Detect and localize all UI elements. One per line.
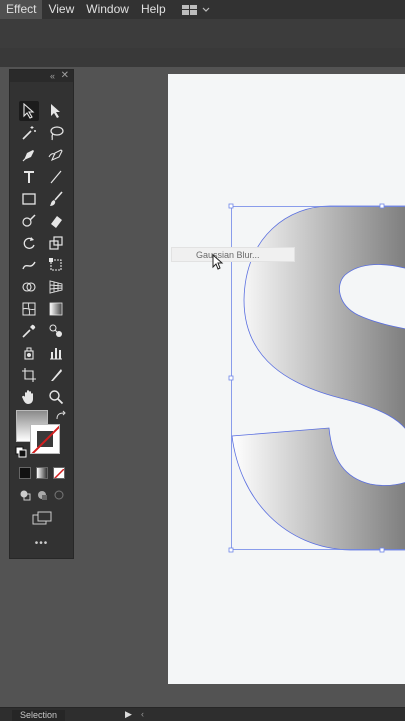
hand-tool[interactable] <box>19 387 39 407</box>
scale-tool[interactable] <box>46 233 66 253</box>
paintbrush-tool[interactable] <box>46 189 66 209</box>
none-mode-button[interactable] <box>53 467 65 479</box>
magic-wand-tool[interactable] <box>19 123 39 143</box>
paintbrush-icon <box>48 191 64 207</box>
slice-knife-icon <box>48 367 64 383</box>
default-fill-stroke-icon[interactable] <box>15 446 27 458</box>
scale-icon <box>48 235 64 251</box>
draw-inside-icon[interactable] <box>53 489 65 501</box>
gradient-icon <box>48 301 64 317</box>
pen-icon <box>21 147 37 163</box>
gradient-mode-button[interactable] <box>36 467 48 479</box>
selection-arrow-icon <box>22 103 36 119</box>
curvature-pen-icon <box>48 147 64 163</box>
selection-tool[interactable] <box>19 101 39 121</box>
chevron-left-icon[interactable]: ‹ <box>141 708 144 721</box>
line-icon <box>49 170 63 184</box>
mesh-tool[interactable] <box>19 299 39 319</box>
eraser-icon <box>48 213 64 229</box>
zoom-magnifier-icon <box>48 389 64 405</box>
perspective-grid-icon <box>48 279 64 295</box>
play-arrow-icon[interactable]: ▶ <box>125 708 132 721</box>
screen-mode-icon[interactable] <box>32 511 52 525</box>
artboard-icon <box>21 367 37 383</box>
hand-icon <box>21 389 37 405</box>
symbol-sprayer-icon <box>21 345 37 361</box>
symbol-sprayer-tool[interactable] <box>19 343 39 363</box>
draw-normal-icon[interactable] <box>19 489 31 501</box>
zoom-tool[interactable] <box>46 387 66 407</box>
type-t-icon <box>22 170 36 184</box>
warp-tool[interactable] <box>19 255 39 275</box>
column-graph-icon <box>48 345 64 361</box>
line-segment-tool[interactable] <box>46 167 66 187</box>
shape-builder-icon <box>21 279 37 295</box>
none-slash-icon <box>31 425 60 454</box>
shape-builder-tool[interactable] <box>19 277 39 297</box>
handle-middle-left[interactable] <box>229 376 233 380</box>
mesh-icon <box>21 301 37 317</box>
none-icon <box>54 469 64 479</box>
pen-tool[interactable] <box>19 145 39 165</box>
rotate-tool[interactable] <box>19 233 39 253</box>
gradient-tool[interactable] <box>46 299 66 319</box>
lasso-icon <box>48 125 64 141</box>
handle-bottom-left[interactable] <box>229 548 233 552</box>
gaussian-blur-menu-item[interactable]: Gaussian Blur... <box>171 247 295 262</box>
eyedropper-tool[interactable] <box>19 321 39 341</box>
blend-icon <box>48 323 64 339</box>
perspective-grid-tool[interactable] <box>46 277 66 297</box>
eyedropper-icon <box>21 323 37 339</box>
collapse-icon[interactable]: « <box>50 70 55 82</box>
edit-toolbar-button[interactable]: ••• <box>10 538 73 549</box>
draw-behind-icon[interactable] <box>36 489 48 501</box>
eraser-tool[interactable] <box>46 211 66 231</box>
status-bar: Selection ▶ ‹ <box>0 707 405 721</box>
column-graph-tool[interactable] <box>46 343 66 363</box>
rotate-icon <box>21 235 37 251</box>
curvature-tool[interactable] <box>46 145 66 165</box>
lasso-tool[interactable] <box>46 123 66 143</box>
type-tool[interactable] <box>19 167 39 187</box>
tools-panel: « ✕ <box>9 69 74 559</box>
rectangle-icon <box>21 192 37 206</box>
warp-icon <box>21 257 37 273</box>
stroke-swatch[interactable] <box>30 424 60 454</box>
handle-top-middle[interactable] <box>380 204 384 208</box>
artboard-tool[interactable] <box>19 365 39 385</box>
handle-bottom-middle[interactable] <box>380 548 384 552</box>
blend-tool[interactable] <box>46 321 66 341</box>
shaper-tool[interactable] <box>19 211 39 231</box>
color-mode-button[interactable] <box>19 467 31 479</box>
mouse-cursor-icon <box>212 254 224 270</box>
handle-top-left[interactable] <box>229 204 233 208</box>
free-transform-icon <box>48 257 64 273</box>
direct-selection-tool[interactable] <box>46 101 66 121</box>
free-transform-tool[interactable] <box>46 255 66 275</box>
close-icon[interactable]: ✕ <box>61 70 69 82</box>
slice-tool[interactable] <box>46 365 66 385</box>
status-tool-name[interactable]: Selection <box>12 710 65 721</box>
tools-panel-header[interactable]: « ✕ <box>10 70 73 82</box>
shaper-icon <box>21 213 37 229</box>
rectangle-tool[interactable] <box>19 189 39 209</box>
direct-selection-icon <box>49 103 63 119</box>
magic-wand-icon <box>21 125 37 141</box>
swap-fill-stroke-icon[interactable] <box>55 410 67 422</box>
